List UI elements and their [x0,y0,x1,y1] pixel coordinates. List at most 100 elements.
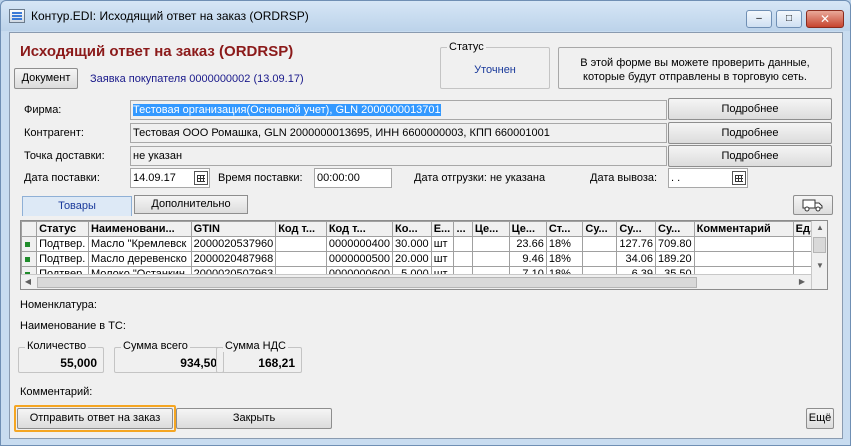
table-cell[interactable]: 18% [545,236,584,252]
grid-vertical-scrollbar[interactable]: ▲ ▼ [811,221,827,289]
scroll-up-icon[interactable]: ▲ [812,221,828,235]
column-header[interactable]: Су... [655,221,695,237]
table-cell[interactable]: Подтвер. [36,236,89,252]
column-header[interactable] [20,221,38,237]
column-header[interactable]: Наименовани... [87,221,192,237]
delivery-date-label: Дата поставки: [24,172,100,184]
close-button[interactable]: Закрыть [176,408,332,429]
maximize-button[interactable]: □ [776,10,802,28]
firm-value: Тестовая организация(Основной учет), GLN… [133,104,441,116]
table-cell[interactable]: 20.000 [392,251,432,267]
column-header[interactable]: Це... [471,221,510,237]
column-header[interactable]: Код т... [325,221,394,237]
shipment-date-label: Дата отгрузки: не указана [414,172,546,184]
delivery-point-details-button[interactable]: Подробнее [668,145,832,167]
table-cell[interactable] [453,236,473,252]
sum-total-group: Сумма всего 934,50 [114,340,224,373]
table-cell[interactable] [693,236,794,252]
table-cell[interactable]: 34.06 [616,251,657,267]
table-cell[interactable]: 2000020487968 [190,251,277,267]
delivery-truck-button[interactable] [793,195,833,215]
table-cell[interactable] [582,251,618,267]
column-header[interactable]: Комментарий [693,221,794,237]
quantity-label: Количество [25,340,89,352]
document-button[interactable]: Документ [14,68,78,89]
calendar-icon[interactable] [194,171,208,185]
firm-field[interactable]: Тестовая организация(Основной учет), GLN… [130,100,667,120]
calendar-icon[interactable] [732,171,746,185]
scroll-thumb[interactable] [37,277,697,288]
table-cell[interactable]: 0000000400 [325,236,394,252]
close-window-button[interactable]: ✕ [806,10,844,28]
table-cell[interactable] [471,251,510,267]
scroll-down-icon[interactable]: ▼ [812,259,828,273]
contractor-label: Контрагент: [24,127,84,139]
table-cell[interactable]: Масло деревенско [87,251,192,267]
sum-vat-group: Сумма НДС 168,21 [216,340,302,373]
comment-label: Комментарий: [20,386,93,398]
table-cell[interactable]: шт [430,251,455,267]
table-cell[interactable] [275,251,327,267]
table-cell[interactable]: 709.80 [655,236,695,252]
contractor-field[interactable]: Тестовая ООО Ромашка, GLN 2000000013695,… [130,123,667,143]
column-header[interactable]: ... [453,221,473,237]
firm-label: Фирма: [24,104,62,116]
column-header[interactable]: Код т... [275,221,327,237]
app-window: Контур.EDI: Исходящий ответ на заказ (OR… [0,0,851,446]
table-cell[interactable] [693,251,794,267]
goods-grid: Статус Наименовани... GTIN Код т... Код … [20,221,828,282]
row-indicator [20,236,38,252]
quantity-value: 55,000 [60,356,97,370]
table-cell[interactable]: шт [430,236,455,252]
goods-table[interactable]: Статус Наименовани... GTIN Код т... Код … [20,220,828,290]
delivery-point-label: Точка доставки: [24,150,105,162]
table-row[interactable]: Подтвер. Масло "Кремлевск 2000020537960 … [20,236,828,252]
table-cell[interactable]: 2000020537960 [190,236,277,252]
scroll-right-icon[interactable]: ▶ [795,275,809,289]
table-cell[interactable] [275,236,327,252]
table-cell[interactable] [471,236,510,252]
grid-horizontal-scrollbar[interactable]: ◀ ▶ [21,274,811,289]
delivery-time-field[interactable]: 00:00:00 [314,168,392,188]
scroll-left-icon[interactable]: ◀ [21,275,35,289]
table-cell[interactable]: Масло "Кремлевск [87,236,192,252]
title-bar[interactable]: Контур.EDI: Исходящий ответ на заказ (OR… [1,1,850,31]
contractor-details-button[interactable]: Подробнее [668,122,832,144]
table-cell[interactable]: 127.76 [616,236,657,252]
table-cell[interactable] [582,236,618,252]
column-header[interactable]: Су... [582,221,618,237]
table-cell[interactable]: 9.46 [508,251,547,267]
table-cell[interactable]: 30.000 [392,236,432,252]
table-cell[interactable]: 23.66 [508,236,547,252]
table-row[interactable]: Подтвер. Масло деревенско 2000020487968 … [20,251,828,267]
sum-total-label: Сумма всего [121,340,190,352]
more-button[interactable]: Ещё [806,408,834,429]
column-header[interactable]: Це... [508,221,547,237]
firm-details-button[interactable]: Подробнее [668,98,832,120]
table-cell[interactable]: 189.20 [655,251,695,267]
column-header[interactable]: Ко... [392,221,432,237]
row-status-marker-icon [25,256,30,262]
column-header[interactable]: Ст... [545,221,584,237]
tab-additional[interactable]: Дополнительно [134,195,248,214]
sum-vat-value: 168,21 [258,356,295,370]
table-cell[interactable]: Подтвер. [36,251,89,267]
minimize-button[interactable]: – [746,10,772,28]
send-response-button[interactable]: Отправить ответ на заказ [17,408,173,429]
table-cell[interactable]: 18% [545,251,584,267]
order-link[interactable]: Заявка покупателя 0000000002 (13.09.17) [90,73,304,85]
column-header[interactable]: Статус [36,221,89,237]
table-cell[interactable] [453,251,473,267]
form-client-area: Исходящий ответ на заказ (ORDRSP) Докуме… [9,32,843,439]
delivery-point-field[interactable]: не указан [130,146,667,166]
table-cell[interactable]: 0000000500 [325,251,394,267]
column-header[interactable]: Е... [430,221,455,237]
page-title: Исходящий ответ на заказ (ORDRSP) [20,43,294,60]
tab-goods[interactable]: Товары [22,196,132,216]
scroll-thumb[interactable] [813,237,826,253]
tc-name-label: Наименование в ТС: [20,320,126,332]
column-header[interactable]: Су... [616,221,657,237]
delivery-time-label: Время поставки: [218,172,303,184]
column-header[interactable]: GTIN [190,221,277,237]
info-box: В этой форме вы можете проверить данные,… [558,47,832,89]
